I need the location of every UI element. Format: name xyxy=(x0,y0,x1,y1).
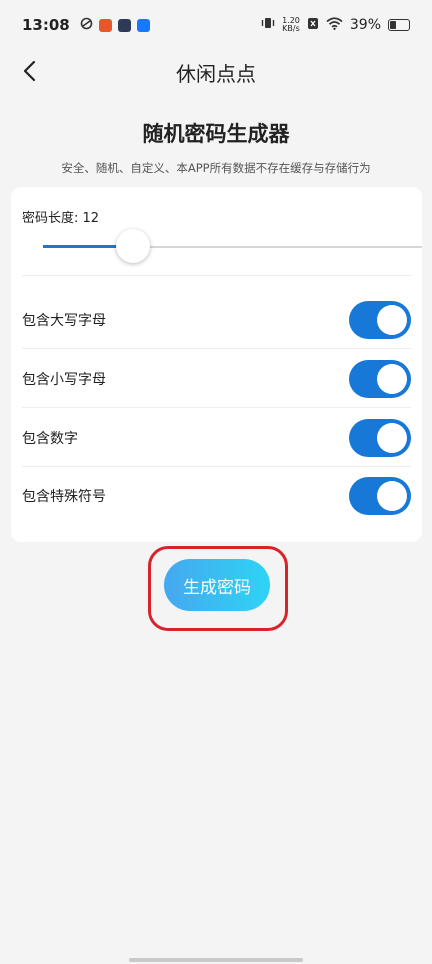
option-uppercase-label: 包含大写字母 xyxy=(22,312,106,329)
option-digits-label: 包含数字 xyxy=(22,430,78,447)
status-left: 13:08 xyxy=(22,16,150,34)
status-time: 13:08 xyxy=(22,16,70,34)
battery-icon xyxy=(388,19,410,31)
password-length-label: 密码长度: 12 xyxy=(22,211,100,226)
length-slider-thumb[interactable] xyxy=(116,229,150,263)
status-right: 1.20 KB/s 39% xyxy=(261,16,410,34)
alipay-icon xyxy=(136,18,150,32)
header-title: 休闲点点 xyxy=(176,61,256,86)
symbols-toggle[interactable] xyxy=(349,477,411,515)
sim-off-icon xyxy=(307,17,319,34)
toggle-knob xyxy=(377,363,407,394)
app-badge-icon xyxy=(98,18,112,32)
toggle-knob xyxy=(377,422,407,453)
status-bar: 13:08 1.20 KB/s 39% xyxy=(0,0,432,50)
home-indicator[interactable] xyxy=(129,958,303,962)
vibrate-icon xyxy=(261,16,275,34)
play-app-icon xyxy=(117,18,131,32)
option-symbols: 包含特殊符号 xyxy=(22,467,411,525)
divider xyxy=(22,275,411,276)
network-speed-unit: KB/s xyxy=(282,24,300,33)
wifi-icon xyxy=(326,16,343,34)
toggle-knob xyxy=(377,304,407,335)
option-uppercase: 包含大写字母 xyxy=(22,291,411,349)
settings-card: 密码长度: 12 包含大写字母 包含小写字母 包含数字 包含特殊符号 xyxy=(11,187,422,542)
option-digits: 包含数字 xyxy=(22,409,411,467)
option-lowercase: 包含小写字母 xyxy=(22,350,411,408)
page-subtitle: 安全、随机、自定义、本APP所有数据不存在缓存与存储行为 xyxy=(61,161,371,175)
digits-toggle[interactable] xyxy=(349,418,411,457)
toggle-knob xyxy=(377,481,407,511)
chevron-left-icon xyxy=(23,60,36,82)
lowercase-toggle[interactable] xyxy=(349,359,411,398)
back-button[interactable] xyxy=(14,56,44,86)
app-header: 休闲点点 xyxy=(0,50,432,94)
generate-password-button[interactable]: 生成密码 xyxy=(164,559,270,611)
app-notification-icon xyxy=(80,16,93,34)
network-speed: 1.20 KB/s xyxy=(282,17,300,33)
battery-percent: 39% xyxy=(349,17,381,33)
option-symbols-label: 包含特殊符号 xyxy=(22,489,106,505)
uppercase-toggle[interactable] xyxy=(349,300,411,339)
option-lowercase-label: 包含小写字母 xyxy=(22,371,106,388)
title-area: 随机密码生成器 安全、随机、自定义、本APP所有数据不存在缓存与存储行为 xyxy=(0,118,432,176)
page-title: 随机密码生成器 xyxy=(142,122,290,146)
